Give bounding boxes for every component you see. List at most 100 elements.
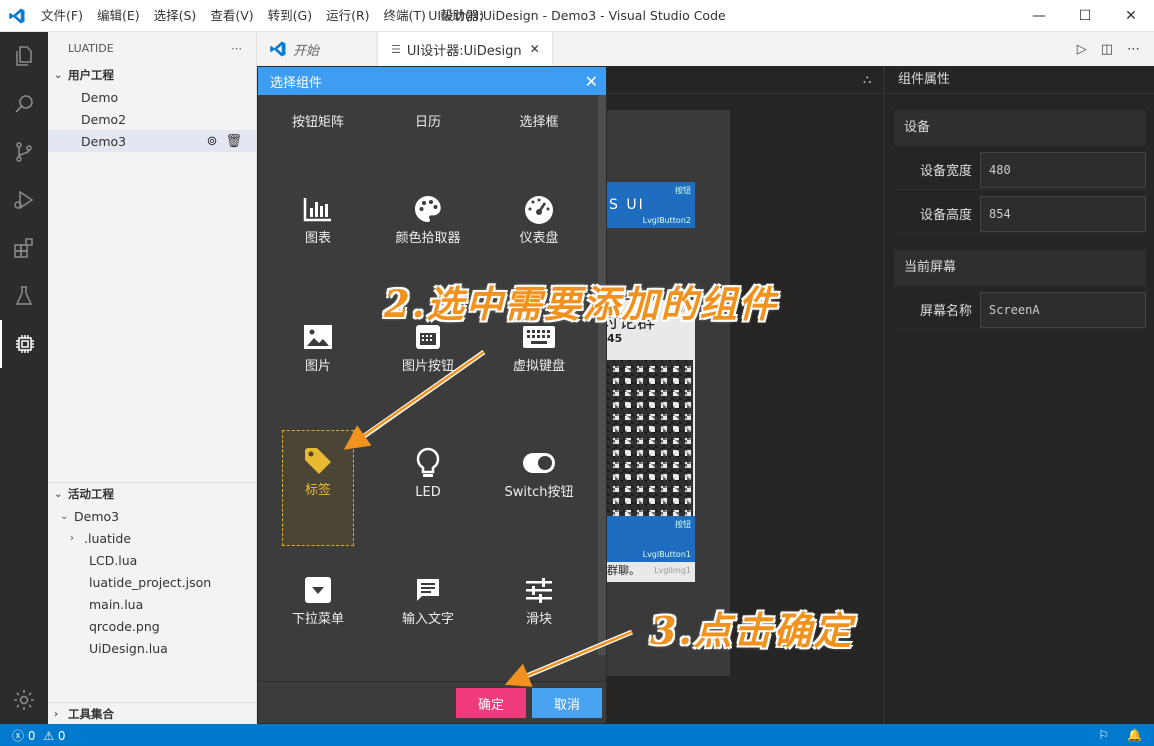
close-icon[interactable]: ✕ <box>1108 0 1154 32</box>
run-debug-icon[interactable] <box>0 176 48 224</box>
device-width-input[interactable] <box>980 151 1146 188</box>
slider-icon <box>503 568 575 612</box>
tab-ui-designer[interactable]: ☰ UI设计器:UiDesign ✕ <box>379 32 553 66</box>
device-width-row: 设备宽度 <box>894 150 1146 190</box>
device-height-row: 设备高度 <box>894 194 1146 234</box>
widget-name: LvglButton1 <box>642 550 691 559</box>
chevron-right-icon: › <box>70 532 74 544</box>
component-textarea[interactable]: 输入文字 <box>392 568 464 627</box>
trash-icon[interactable]: 🗑 <box>225 134 242 149</box>
tree-root-label: Demo3 <box>74 508 120 524</box>
warning-count: 0 <box>57 728 66 743</box>
gauge-icon <box>503 187 575 231</box>
menu-edit[interactable]: 编辑(E) <box>90 0 147 32</box>
search-icon[interactable] <box>0 80 48 128</box>
menu-help[interactable]: 帮助(H) <box>433 0 491 32</box>
component-gauge[interactable]: 仪表盘 <box>503 187 575 246</box>
tag-icon <box>283 439 353 483</box>
component-dropdown[interactable]: 下拉菜单 <box>282 568 354 627</box>
explorer-icon[interactable] <box>0 32 48 80</box>
activate-icon[interactable]: ⊚ <box>207 134 218 149</box>
confirm-button[interactable]: 确定 <box>456 688 526 718</box>
section-tools[interactable]: › 工具集合 <box>48 703 257 725</box>
error-count: 0 <box>27 728 36 743</box>
component-grid: 按钮矩阵 日历 选择框 图表 颜色拾取器 仪表盘 图片 图片按钮 虚拟键盘 标签… <box>258 95 606 683</box>
component-label: 日历 <box>414 115 441 130</box>
screen-name-input[interactable] <box>980 291 1146 328</box>
properties-title: 组件属性 <box>886 66 1154 94</box>
tab-label: UI设计器:UiDesign <box>406 43 522 59</box>
minimize-icon[interactable]: — <box>1016 0 1062 32</box>
component-slider[interactable]: 滑块 <box>503 568 575 627</box>
component-colorpicker[interactable]: 颜色拾取器 <box>392 187 464 246</box>
settings-gear-icon[interactable] <box>0 676 48 724</box>
image-icon <box>282 315 354 359</box>
problems-indicator[interactable]: ⓧ 0 ⚠ 0 <box>12 727 66 744</box>
chip-icon[interactable] <box>0 320 48 368</box>
screen-name-row: 屏幕名称 <box>894 290 1146 330</box>
run-icon[interactable]: ▷ <box>1077 42 1087 57</box>
component-btnmatrix[interactable]: 按钮矩阵 <box>282 115 354 130</box>
component-label: 图表 <box>304 231 331 246</box>
feedback-icon[interactable]: ⚐ <box>1098 728 1109 742</box>
menu-file[interactable]: 文件(F) <box>34 0 90 32</box>
tree-item-file[interactable]: LCD.lua <box>48 549 257 571</box>
project-item-demo[interactable]: Demo <box>48 86 256 108</box>
file-icon: ☰ <box>391 42 401 56</box>
component-led[interactable]: LED <box>392 441 464 500</box>
split-editor-icon[interactable]: ◫ <box>1101 42 1113 57</box>
section-user-projects-label: 用户工程 <box>68 68 114 82</box>
dialog-close-icon[interactable]: ✕ <box>585 72 598 91</box>
tab-start[interactable]: 开始 <box>257 32 377 66</box>
tree-root-demo3[interactable]: ⌄ Demo3 <box>48 505 257 527</box>
widget-tag: 按钮 <box>675 520 691 529</box>
bell-icon[interactable]: 🔔 <box>1127 728 1142 742</box>
tree-item-file[interactable]: main.lua <box>48 593 257 615</box>
canvas-button-1[interactable]: 按钮 LvglButton1 <box>605 516 695 562</box>
file-label: .luatide <box>84 530 132 546</box>
dialog-scrollbar[interactable] <box>598 95 606 655</box>
device-height-input[interactable] <box>980 195 1146 232</box>
error-icon: ⓧ <box>12 728 25 743</box>
screen-name-label: 屏幕名称 <box>919 304 972 319</box>
component-switch[interactable]: Switch按钮 <box>503 441 575 500</box>
maximize-icon[interactable]: ☐ <box>1062 0 1108 32</box>
cancel-button[interactable]: 取消 <box>532 688 602 718</box>
menu-terminal[interactable]: 终端(T) <box>377 0 433 32</box>
project-item-demo2[interactable]: Demo2 <box>48 108 256 130</box>
editor-tabs: 开始 ☰ UI设计器:UiDesign ✕ ▷ ◫ ⋯ <box>257 32 1154 66</box>
component-label: 选择框 <box>519 115 559 130</box>
more-actions-icon[interactable]: ⋯ <box>1127 42 1140 57</box>
tree-item-file[interactable]: UiDesign.lua <box>48 637 257 659</box>
tab-close-icon[interactable]: ✕ <box>530 42 540 56</box>
menu-view[interactable]: 查看(V) <box>203 0 260 32</box>
palette-icon <box>392 187 464 231</box>
menu-selection[interactable]: 选择(S) <box>147 0 204 32</box>
tree-item-file[interactable]: luatide_project.json <box>48 571 257 593</box>
component-chart[interactable]: 图表 <box>282 187 354 246</box>
hierarchy-icon[interactable]: ⛬ <box>863 72 871 87</box>
project-item-demo3[interactable]: Demo3 ⊚ 🗑 <box>48 130 256 152</box>
section-active-project[interactable]: ⌄ 活动工程 <box>48 483 257 505</box>
component-label: 颜色拾取器 <box>395 231 461 246</box>
editor-actions: ▷ ◫ ⋯ <box>1077 32 1154 66</box>
menu-run[interactable]: 运行(R) <box>319 0 376 32</box>
testing-flask-icon[interactable] <box>0 272 48 320</box>
tree-item-luatide-folder[interactable]: › .luatide <box>48 527 257 549</box>
section-user-projects[interactable]: ⌄ 用户工程 <box>48 64 256 86</box>
widget-text: S UI <box>609 197 645 213</box>
toggle-switch-icon <box>503 441 575 485</box>
extensions-icon[interactable] <box>0 224 48 272</box>
more-actions-icon[interactable]: ⋯ <box>231 42 242 55</box>
source-control-icon[interactable] <box>0 128 48 176</box>
menu-go[interactable]: 转到(G) <box>261 0 319 32</box>
canvas-button-2[interactable]: 按钮 S UI LvglButton2 <box>605 182 695 228</box>
message-text-icon <box>392 568 464 612</box>
component-image[interactable]: 图片 <box>282 315 354 374</box>
tree-item-file[interactable]: qrcode.png <box>48 615 257 637</box>
component-calendar[interactable]: 日历 <box>392 115 464 130</box>
component-checkbox[interactable]: 选择框 <box>503 115 575 130</box>
sidebar: LUATIDE ⋯ ⌄ 用户工程 Demo Demo2 Demo3 ⊚ 🗑 ⌄ … <box>48 32 257 724</box>
chevron-down-icon: ⌄ <box>54 488 63 500</box>
component-label-widget[interactable]: 标签 <box>282 430 354 546</box>
